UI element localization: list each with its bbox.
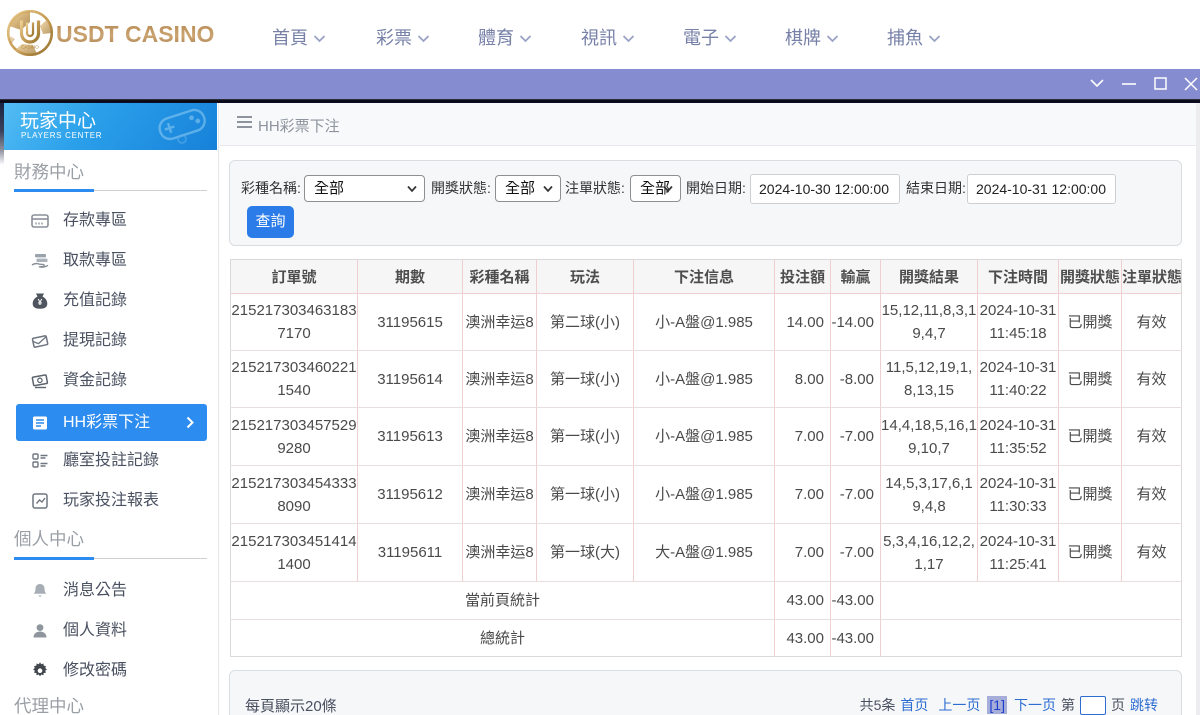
svg-text:¥: ¥ — [38, 298, 43, 307]
svg-text:CASINO: CASINO — [21, 45, 39, 50]
